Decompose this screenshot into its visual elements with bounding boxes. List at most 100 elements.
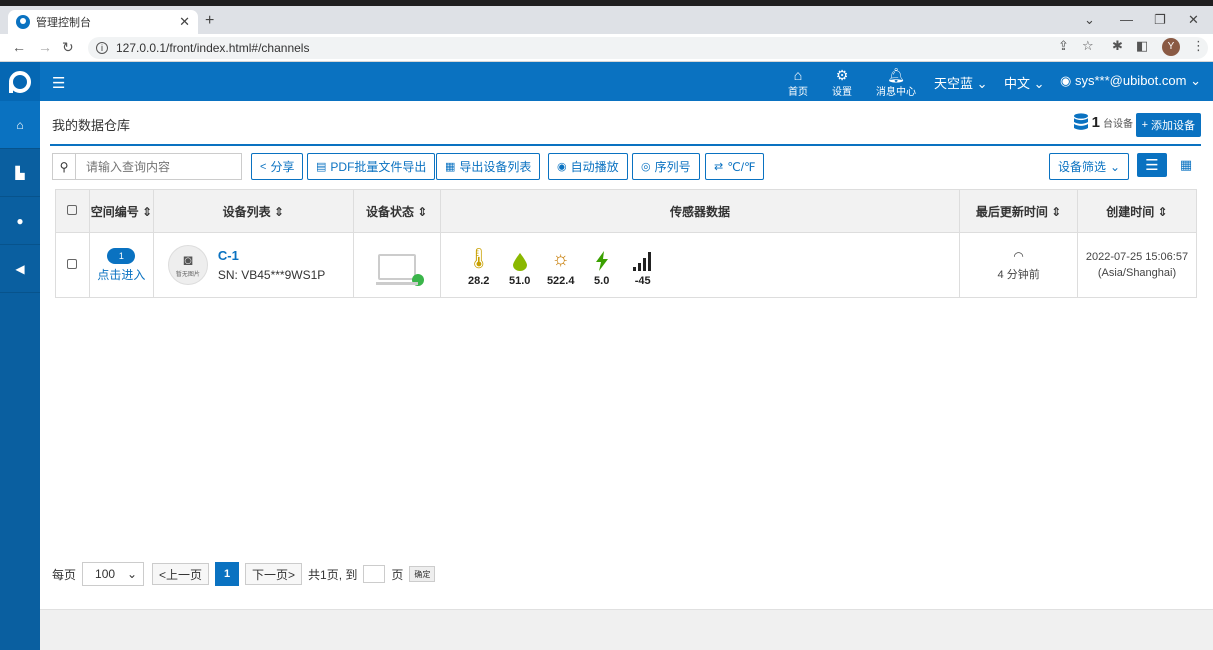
tab-search-icon[interactable]: ⌄ xyxy=(1084,12,1095,28)
autoplay-button[interactable]: ◉ 自动播放 xyxy=(548,153,628,180)
grid-view-button[interactable]: ▦ xyxy=(1171,153,1201,177)
user-dropdown[interactable]: ◉ sys***@ubibot.com ⌄ xyxy=(1060,73,1201,89)
new-tab-icon[interactable]: + xyxy=(205,12,214,30)
sort-icon: ⇕ xyxy=(1157,204,1168,219)
search-box: ⚲ xyxy=(52,153,242,180)
back-arrow-icon[interactable]: ← xyxy=(12,39,26,55)
current-page-button[interactable]: 1 xyxy=(215,562,240,586)
header-devices-label: 设备列表 xyxy=(222,204,271,219)
sidebar: ⌂ ▙ ● ◀ xyxy=(0,101,40,650)
language-label: 中文 xyxy=(1004,76,1031,91)
device-count-number: 1 xyxy=(1091,113,1100,131)
serial-label: 序列号 xyxy=(654,160,691,174)
forward-arrow-icon[interactable]: → xyxy=(38,39,52,55)
list-view-button[interactable]: ☰ xyxy=(1137,153,1167,177)
row-select-cell xyxy=(55,232,90,298)
space-number-badge[interactable]: 1 xyxy=(107,247,136,264)
browser-tab[interactable]: 管理控制台 ✕ xyxy=(8,10,198,34)
pdf-file-icon: ▤ xyxy=(316,161,327,173)
page-suffix-label: 页 xyxy=(391,567,404,582)
search-icon[interactable]: ⚲ xyxy=(53,154,76,179)
goto-page-input[interactable] xyxy=(363,565,386,583)
per-page-select[interactable]: 100 ⌄ xyxy=(82,562,145,586)
share-button[interactable]: < 分享 xyxy=(251,153,304,180)
main-content: 我的数据仓库 1 台设备 + 添加设备 ⚲ < 分享 ▤ PDF批量文件导出 ▦… xyxy=(40,101,1213,650)
sidebar-item-announcements[interactable]: ◀ xyxy=(0,245,40,293)
tab-close-icon[interactable]: ✕ xyxy=(179,14,190,30)
sensor-signal[interactable]: -45 xyxy=(623,243,663,287)
list-icon: ☰ xyxy=(1145,157,1159,174)
next-page-button[interactable]: 下一页> xyxy=(245,563,303,585)
exchange-icon: ⇄ xyxy=(714,161,724,173)
header-updated[interactable]: 最后更新时间 ⇕ xyxy=(959,189,1079,233)
theme-dropdown[interactable]: 天空蓝 ⌄ xyxy=(934,73,988,92)
header-created[interactable]: 创建时间 ⇕ xyxy=(1077,189,1197,233)
browser-tab-bar: 管理控制台 ✕ + ⌄ — ❐ ✕ xyxy=(0,6,1213,34)
side-panel-icon[interactable]: ◧ xyxy=(1136,38,1148,54)
maximize-icon[interactable]: ❐ xyxy=(1154,12,1166,28)
device-name-link[interactable]: C-1 xyxy=(218,248,325,263)
header-devices[interactable]: 设备列表 ⇕ xyxy=(152,189,354,233)
header-space[interactable]: 空间编号 ⇕ xyxy=(88,189,154,233)
app-logo[interactable] xyxy=(0,62,40,101)
tab-title: 管理控制台 xyxy=(36,17,91,29)
nav-settings[interactable]: ⚙ 设置 xyxy=(832,67,852,98)
nav-settings-label: 设置 xyxy=(832,87,852,98)
updated-cell: ◠ 4 分钟前 xyxy=(959,232,1079,298)
goto-confirm-button[interactable]: 确定 xyxy=(409,566,436,582)
device-filter-dropdown[interactable]: 设备筛选 ⌄ xyxy=(1049,153,1130,180)
export-list-label: 导出设备列表 xyxy=(459,160,532,174)
minimize-icon[interactable]: — xyxy=(1120,12,1133,27)
bookmark-star-icon[interactable]: ☆ xyxy=(1082,38,1094,54)
sensor-value: 522.4 xyxy=(546,275,575,287)
device-thumbnail[interactable]: ◙ 暂无图片 xyxy=(167,245,208,285)
export-list-button[interactable]: ▦ 导出设备列表 xyxy=(436,153,541,180)
header-sensors: 传感器数据 xyxy=(439,189,961,233)
share-label: 分享 xyxy=(270,160,295,174)
row-checkbox[interactable] xyxy=(67,259,78,269)
sort-icon: ⇕ xyxy=(417,204,428,219)
url-field[interactable]: i 127.0.0.1/front/index.html#/channels xyxy=(88,37,1208,59)
sensor-humidity[interactable]: 51.0 xyxy=(500,243,540,287)
sidebar-item-user[interactable]: ● xyxy=(0,197,40,245)
search-input[interactable] xyxy=(76,154,241,179)
user-icon: ● xyxy=(16,213,24,228)
site-info-icon[interactable]: i xyxy=(96,42,108,54)
url-text: 127.0.0.1/front/index.html#/channels xyxy=(116,41,310,55)
sensor-cell: 🌡︎ 28.2 51.0 ☼ 522.4 5.0 -45 xyxy=(439,232,961,298)
nav-home[interactable]: ⌂ 首页 xyxy=(788,67,808,98)
autoplay-label: 自动播放 xyxy=(570,160,619,174)
close-window-icon[interactable]: ✕ xyxy=(1188,12,1199,28)
per-page-label: 每页 xyxy=(52,567,77,582)
database-icon xyxy=(1073,113,1088,130)
serial-button[interactable]: ◎ 序列号 xyxy=(632,153,700,180)
sidebar-item-home[interactable]: ⌂ xyxy=(0,101,40,149)
sensor-temperature[interactable]: 🌡︎ 28.2 xyxy=(459,243,499,287)
enter-space-link[interactable]: 点击进入 xyxy=(90,266,153,283)
extensions-icon[interactable]: ✱ xyxy=(1112,38,1123,54)
table-row: 1 点击进入 ◙ 暂无图片 C-1 SN: VB45***9WS1P 🌡︎ 28… xyxy=(55,232,1197,298)
header-status[interactable]: 设备状态 ⇕ xyxy=(352,189,441,233)
reload-icon[interactable]: ↻ xyxy=(62,39,74,56)
nav-messages[interactable]: 🔔︎ 消息中心 xyxy=(876,67,916,98)
sensor-voltage[interactable]: 5.0 xyxy=(582,243,622,287)
device-cell: ◙ 暂无图片 C-1 SN: VB45***9WS1P xyxy=(152,232,354,298)
add-device-button[interactable]: + 添加设备 xyxy=(1135,113,1201,137)
sensor-light[interactable]: ☼ 522.4 xyxy=(541,243,581,287)
thermometer-icon: 🌡︎ xyxy=(466,248,492,270)
grid-icon: ▦ xyxy=(1179,157,1193,172)
profile-avatar[interactable]: Y xyxy=(1162,38,1180,56)
sort-icon: ⇕ xyxy=(273,204,285,219)
language-dropdown[interactable]: 中文 ⌄ xyxy=(1004,73,1045,92)
prev-page-button[interactable]: <上一页 xyxy=(152,563,210,585)
unit-toggle-button[interactable]: ⇄ ℃/℉ xyxy=(705,153,765,180)
sidebar-item-charts[interactable]: ▙ xyxy=(0,149,40,197)
browser-menu-icon[interactable]: ⋮ xyxy=(1192,38,1205,54)
pdf-export-label: PDF批量文件导出 xyxy=(330,160,427,174)
select-all-checkbox[interactable] xyxy=(67,205,78,215)
share-page-icon[interactable]: ⇪ xyxy=(1058,38,1069,54)
menu-toggle-icon[interactable]: ☰ xyxy=(52,74,65,92)
pdf-export-button[interactable]: ▤ PDF批量文件导出 xyxy=(307,153,436,180)
nav-messages-label: 消息中心 xyxy=(876,87,916,98)
page-title: 我的数据仓库 xyxy=(52,118,131,133)
